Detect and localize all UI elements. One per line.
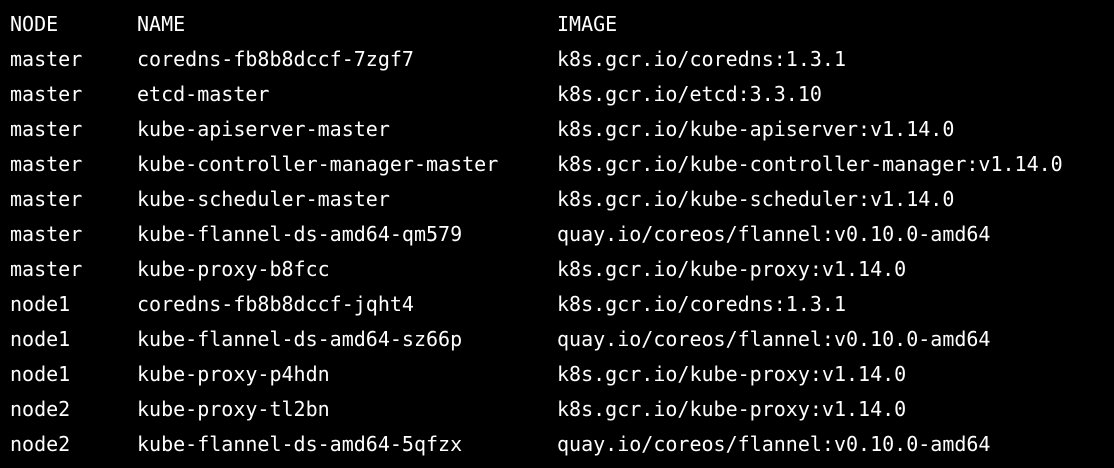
row-pod-name: kube-flannel-ds-amd64-qm579 [137,222,463,246]
row-image: k8s.gcr.io/coredns:1.3.1 [557,47,846,71]
row-image: k8s.gcr.io/kube-scheduler:v1.14.0 [557,187,955,211]
row-node: master [10,117,83,141]
row-node: master [10,187,83,211]
row-pod-name: kube-controller-manager-master [137,152,499,176]
row-image: quay.io/coreos/flannel:v0.10.0-amd64 [557,327,991,351]
row-image: k8s.gcr.io/kube-proxy:v1.14.0 [557,397,907,421]
row-node: master [10,47,83,71]
row-pod-name: etcd-master [137,82,270,106]
row-pod-name: coredns-fb8b8dccf-7zgf7 [137,47,414,71]
row-image: k8s.gcr.io/etcd:3.3.10 [557,82,822,106]
row-pod-name: kube-proxy-p4hdn [137,362,330,386]
row-node: node1 [10,362,71,386]
row-image: quay.io/coreos/flannel:v0.10.0-amd64 [557,432,991,456]
row-node: node2 [10,397,71,421]
row-pod-name: kube-proxy-tl2bn [137,397,330,421]
row-image: k8s.gcr.io/coredns:1.3.1 [557,292,846,316]
row-image: k8s.gcr.io/kube-proxy:v1.14.0 [557,362,907,386]
row-node: master [10,257,83,281]
row-image: k8s.gcr.io/kube-controller-manager:v1.14… [557,152,1063,176]
row-pod-name: kube-proxy-b8fcc [137,257,330,281]
row-image: quay.io/coreos/flannel:v0.10.0-amd64 [557,222,991,246]
row-node: master [10,82,83,106]
row-pod-name: kube-flannel-ds-amd64-5qfzx [137,432,463,456]
row-node: node1 [10,292,71,316]
row-node: master [10,152,83,176]
header-image: IMAGE [557,12,618,36]
row-pod-name: coredns-fb8b8dccf-jqht4 [137,292,414,316]
row-node: node1 [10,327,71,351]
row-image: k8s.gcr.io/kube-apiserver:v1.14.0 [557,117,955,141]
terminal-window[interactable]: NODE NAME IMAGE master coredns-fb8b8dccf-… [0,0,1114,468]
row-pod-name: kube-flannel-ds-amd64-sz66p [137,327,463,351]
row-image: k8s.gcr.io/kube-proxy:v1.14.0 [557,257,907,281]
row-pod-name: kube-apiserver-master [137,117,390,141]
header-name: NAME [137,12,186,36]
row-node: master [10,222,83,246]
row-node: node2 [10,432,71,456]
row-pod-name: kube-scheduler-master [137,187,390,211]
header-node: NODE [10,12,59,36]
